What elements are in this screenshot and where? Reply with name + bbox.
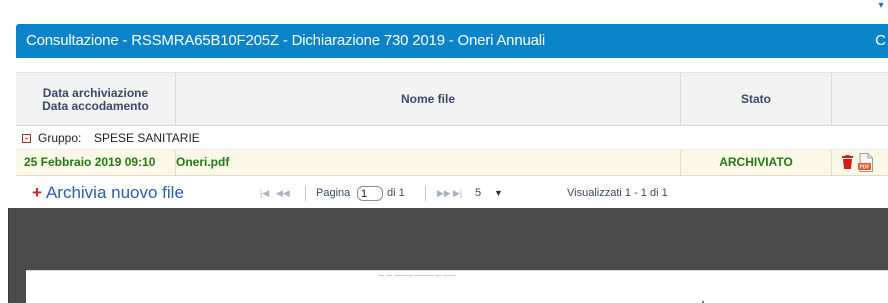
previous-page-icon[interactable]: ◀◀	[276, 181, 290, 205]
group-row: - Gruppo: SPESE SANITARIE	[16, 126, 888, 150]
pager-separator	[425, 185, 426, 201]
column-header-date[interactable]: Data archiviazione Data accodamento	[16, 73, 176, 126]
row-date: 25 Febbraio 2019 09:10	[16, 150, 176, 176]
table-row[interactable]: 25 Febbraio 2019 09:10 Oneri.pdf ARCHIVI…	[16, 150, 888, 176]
panel-header-edge-text: C	[875, 32, 886, 49]
add-plus-icon: +	[32, 183, 42, 202]
column-header-date-line2: Data accodamento	[42, 98, 149, 113]
pdf-icon[interactable]: PDF	[858, 153, 874, 172]
pdf-page-preview: — — ——— ——— — ——	[26, 270, 888, 303]
archive-new-file-button[interactable]: + Archivia nuovo file	[32, 181, 184, 205]
page-title: Consultazione - RSSMRA65B10F205Z - Dichi…	[26, 32, 546, 49]
collapse-group-icon[interactable]: -	[22, 134, 31, 143]
pdf-viewer[interactable]: — — ——— ——— — ——	[8, 208, 888, 303]
row-actions: PDF	[832, 150, 888, 176]
row-status: ARCHIVIATO	[681, 150, 832, 176]
group-label: Gruppo:	[38, 131, 82, 145]
page-size-select[interactable]: 5	[475, 181, 481, 205]
files-table: Data archiviazione Data accodamento Nome…	[16, 72, 888, 176]
next-page-icon[interactable]: ▶▶	[437, 181, 451, 205]
column-header-actions	[832, 73, 888, 126]
last-page-icon[interactable]: ▶|	[453, 181, 462, 205]
first-page-icon[interactable]: |◀	[260, 181, 269, 205]
trash-icon[interactable]	[842, 155, 853, 169]
pager-separator	[305, 185, 306, 201]
page-number-input[interactable]	[357, 186, 383, 201]
svg-text:PDF: PDF	[860, 165, 870, 171]
pager-bar: +Archivia nuovo file |◀ ◀◀ Pagina di 1 ▶…	[16, 181, 888, 205]
column-header-status[interactable]: Stato	[681, 73, 832, 126]
chevron-down-icon[interactable]: ▾	[874, 0, 888, 12]
page-label: Pagina	[316, 187, 351, 199]
page-total: di 1	[387, 187, 405, 199]
column-header-filename[interactable]: Nome file	[176, 73, 681, 126]
column-header-date-line1: Data archiviazione	[42, 85, 149, 100]
group-value: SPESE SANITARIE	[94, 131, 200, 145]
chevron-down-icon[interactable]: ▼	[494, 181, 503, 205]
archive-new-file-label: Archivia nuovo file	[45, 183, 184, 202]
table-header: Data archiviazione Data accodamento Nome…	[16, 72, 888, 126]
records-info: Visualizzati 1 - 1 di 1	[567, 187, 668, 199]
pdf-page-heading: — — ——— ——— — ——	[378, 273, 456, 279]
panel-header: Consultazione - RSSMRA65B10F205Z - Dichi…	[16, 24, 888, 58]
row-filename[interactable]: Oneri.pdf	[176, 150, 681, 176]
